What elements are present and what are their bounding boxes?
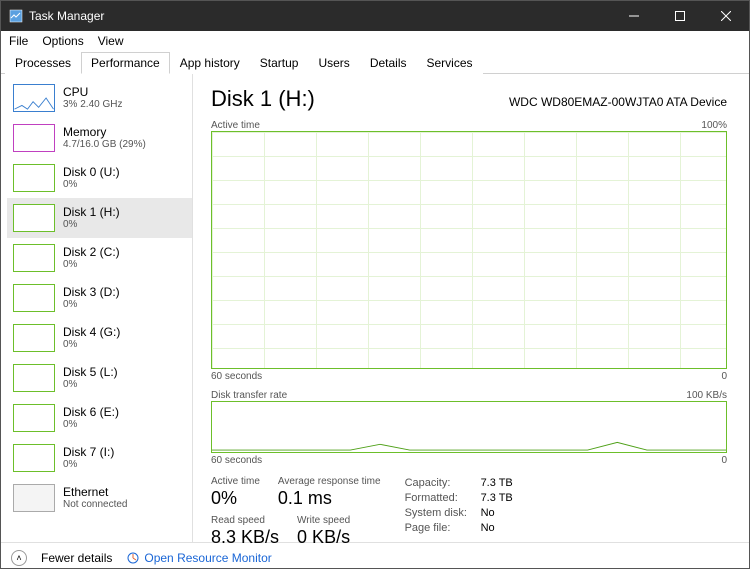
sidebar-item-title: Ethernet xyxy=(63,485,128,499)
sidebar-item-title: Disk 0 (U:) xyxy=(63,165,120,179)
thumb-icon xyxy=(13,284,55,312)
thumb-icon xyxy=(13,324,55,352)
app-icon xyxy=(9,9,23,23)
write-speed-value: 0 KB/s xyxy=(297,526,350,548)
fewer-details-link[interactable]: Fewer details xyxy=(41,551,112,565)
tab-processes[interactable]: Processes xyxy=(5,52,81,74)
close-button[interactable] xyxy=(703,1,749,31)
tab-users[interactable]: Users xyxy=(308,52,359,74)
sidebar-item-title: Memory xyxy=(63,125,146,139)
sidebar[interactable]: CPU3% 2.40 GHzMemory4.7/16.0 GB (29%)Dis… xyxy=(1,74,193,542)
tab-details[interactable]: Details xyxy=(360,52,417,74)
write-speed-label: Write speed xyxy=(297,515,350,526)
thumb-icon xyxy=(13,164,55,192)
sidebar-item-sub: 0% xyxy=(63,179,120,191)
sidebar-item-sub: 0% xyxy=(63,259,120,271)
read-speed-label: Read speed xyxy=(211,515,279,526)
detail-pane: Disk 1 (H:) WDC WD80EMAZ-00WJTA0 ATA Dev… xyxy=(193,74,749,542)
maximize-button[interactable] xyxy=(657,1,703,31)
chevron-up-icon[interactable]: ˄ xyxy=(11,550,27,566)
sidebar-item-cpu[interactable]: CPU3% 2.40 GHz xyxy=(7,78,192,118)
thumb-icon xyxy=(13,204,55,232)
sidebar-item-sub: 0% xyxy=(63,339,120,351)
menu-view[interactable]: View xyxy=(98,34,124,48)
sysdisk-value: No xyxy=(481,506,495,521)
sidebar-item-disk-7-i-[interactable]: Disk 7 (I:)0% xyxy=(7,438,192,478)
active-time-value: 0% xyxy=(211,487,260,509)
thumb-icon xyxy=(13,444,55,472)
sidebar-item-disk-0-u-[interactable]: Disk 0 (U:)0% xyxy=(7,158,192,198)
chart1-label: Active time xyxy=(211,120,260,131)
sidebar-item-sub: 4.7/16.0 GB (29%) xyxy=(63,139,146,151)
chart1-max: 100% xyxy=(701,120,727,131)
resmon-icon xyxy=(126,551,140,565)
thumb-icon xyxy=(13,484,55,512)
sidebar-item-title: Disk 7 (I:) xyxy=(63,445,114,459)
tab-startup[interactable]: Startup xyxy=(250,52,309,74)
sidebar-item-sub: 0% xyxy=(63,219,120,231)
sidebar-item-sub: Not connected xyxy=(63,499,128,511)
sidebar-item-sub: 0% xyxy=(63,419,119,431)
tab-app-history[interactable]: App history xyxy=(170,52,250,74)
formatted-value: 7.3 TB xyxy=(481,491,513,506)
sidebar-item-title: Disk 5 (L:) xyxy=(63,365,118,379)
open-resource-monitor-link[interactable]: Open Resource Monitor xyxy=(126,551,271,565)
sidebar-item-ethernet[interactable]: EthernetNot connected xyxy=(7,478,192,518)
chart2-xleft: 60 seconds xyxy=(211,455,262,466)
pagefile-label: Page file: xyxy=(405,521,473,536)
thumb-icon xyxy=(13,404,55,432)
thumb-icon xyxy=(13,84,55,112)
titlebar: Task Manager xyxy=(1,1,749,31)
sidebar-item-disk-6-e-[interactable]: Disk 6 (E:)0% xyxy=(7,398,192,438)
main-area: CPU3% 2.40 GHzMemory4.7/16.0 GB (29%)Dis… xyxy=(1,74,749,542)
sidebar-item-sub: 0% xyxy=(63,299,120,311)
thumb-icon xyxy=(13,124,55,152)
avg-resp-value: 0.1 ms xyxy=(278,487,381,509)
sidebar-item-disk-1-h-[interactable]: Disk 1 (H:)0% xyxy=(7,198,192,238)
sidebar-item-sub: 0% xyxy=(63,459,114,471)
menubar: File Options View xyxy=(1,31,749,51)
sidebar-item-title: Disk 2 (C:) xyxy=(63,245,120,259)
read-speed-value: 8.3 KB/s xyxy=(211,526,279,548)
window-title: Task Manager xyxy=(29,9,104,23)
chart1-xright: 0 xyxy=(721,371,727,382)
sidebar-item-title: Disk 6 (E:) xyxy=(63,405,119,419)
chart2-xright: 0 xyxy=(721,455,727,466)
disk-title: Disk 1 (H:) xyxy=(211,86,315,112)
sidebar-item-title: CPU xyxy=(63,85,122,99)
sidebar-item-disk-4-g-[interactable]: Disk 4 (G:)0% xyxy=(7,318,192,358)
chart1-xleft: 60 seconds xyxy=(211,371,262,382)
pagefile-value: No xyxy=(481,521,495,536)
avg-resp-label: Average response time xyxy=(278,476,381,487)
thumb-icon xyxy=(13,364,55,392)
minimize-button[interactable] xyxy=(611,1,657,31)
transfer-rate-chart xyxy=(211,401,727,453)
chart2-max: 100 KB/s xyxy=(686,390,727,401)
sidebar-item-disk-5-l-[interactable]: Disk 5 (L:)0% xyxy=(7,358,192,398)
sidebar-item-sub: 3% 2.40 GHz xyxy=(63,99,122,111)
tab-bar: Processes Performance App history Startu… xyxy=(1,51,749,74)
resmon-label: Open Resource Monitor xyxy=(144,551,271,565)
sidebar-item-title: Disk 3 (D:) xyxy=(63,285,120,299)
disk-model: WDC WD80EMAZ-00WJTA0 ATA Device xyxy=(509,95,727,109)
capacity-value: 7.3 TB xyxy=(481,476,513,491)
tab-performance[interactable]: Performance xyxy=(81,52,170,74)
sidebar-item-disk-3-d-[interactable]: Disk 3 (D:)0% xyxy=(7,278,192,318)
capacity-label: Capacity: xyxy=(405,476,473,491)
sidebar-item-disk-2-c-[interactable]: Disk 2 (C:)0% xyxy=(7,238,192,278)
menu-options[interactable]: Options xyxy=(42,34,83,48)
sidebar-item-memory[interactable]: Memory4.7/16.0 GB (29%) xyxy=(7,118,192,158)
chart2-label: Disk transfer rate xyxy=(211,390,287,401)
sidebar-item-sub: 0% xyxy=(63,379,118,391)
formatted-label: Formatted: xyxy=(405,491,473,506)
active-time-label: Active time xyxy=(211,476,260,487)
sysdisk-label: System disk: xyxy=(405,506,473,521)
sidebar-item-title: Disk 4 (G:) xyxy=(63,325,120,339)
sidebar-item-title: Disk 1 (H:) xyxy=(63,205,120,219)
tab-services[interactable]: Services xyxy=(417,52,483,74)
active-time-chart xyxy=(211,131,727,369)
thumb-icon xyxy=(13,244,55,272)
menu-file[interactable]: File xyxy=(9,34,28,48)
stats-area: Active time 0% Average response time 0.1… xyxy=(211,476,727,548)
